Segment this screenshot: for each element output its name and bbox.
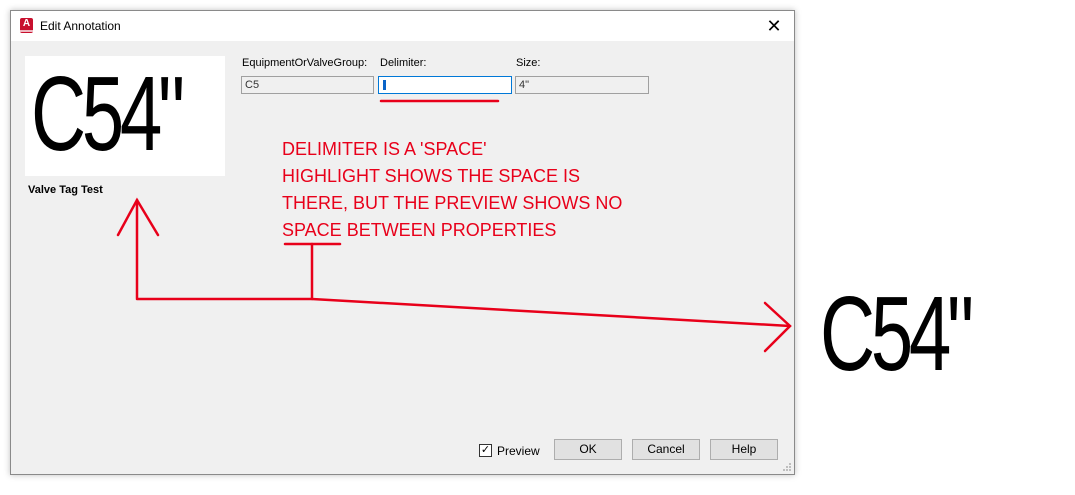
annotation-arrows <box>116 99 792 353</box>
arrow-right-shaft <box>310 297 792 328</box>
